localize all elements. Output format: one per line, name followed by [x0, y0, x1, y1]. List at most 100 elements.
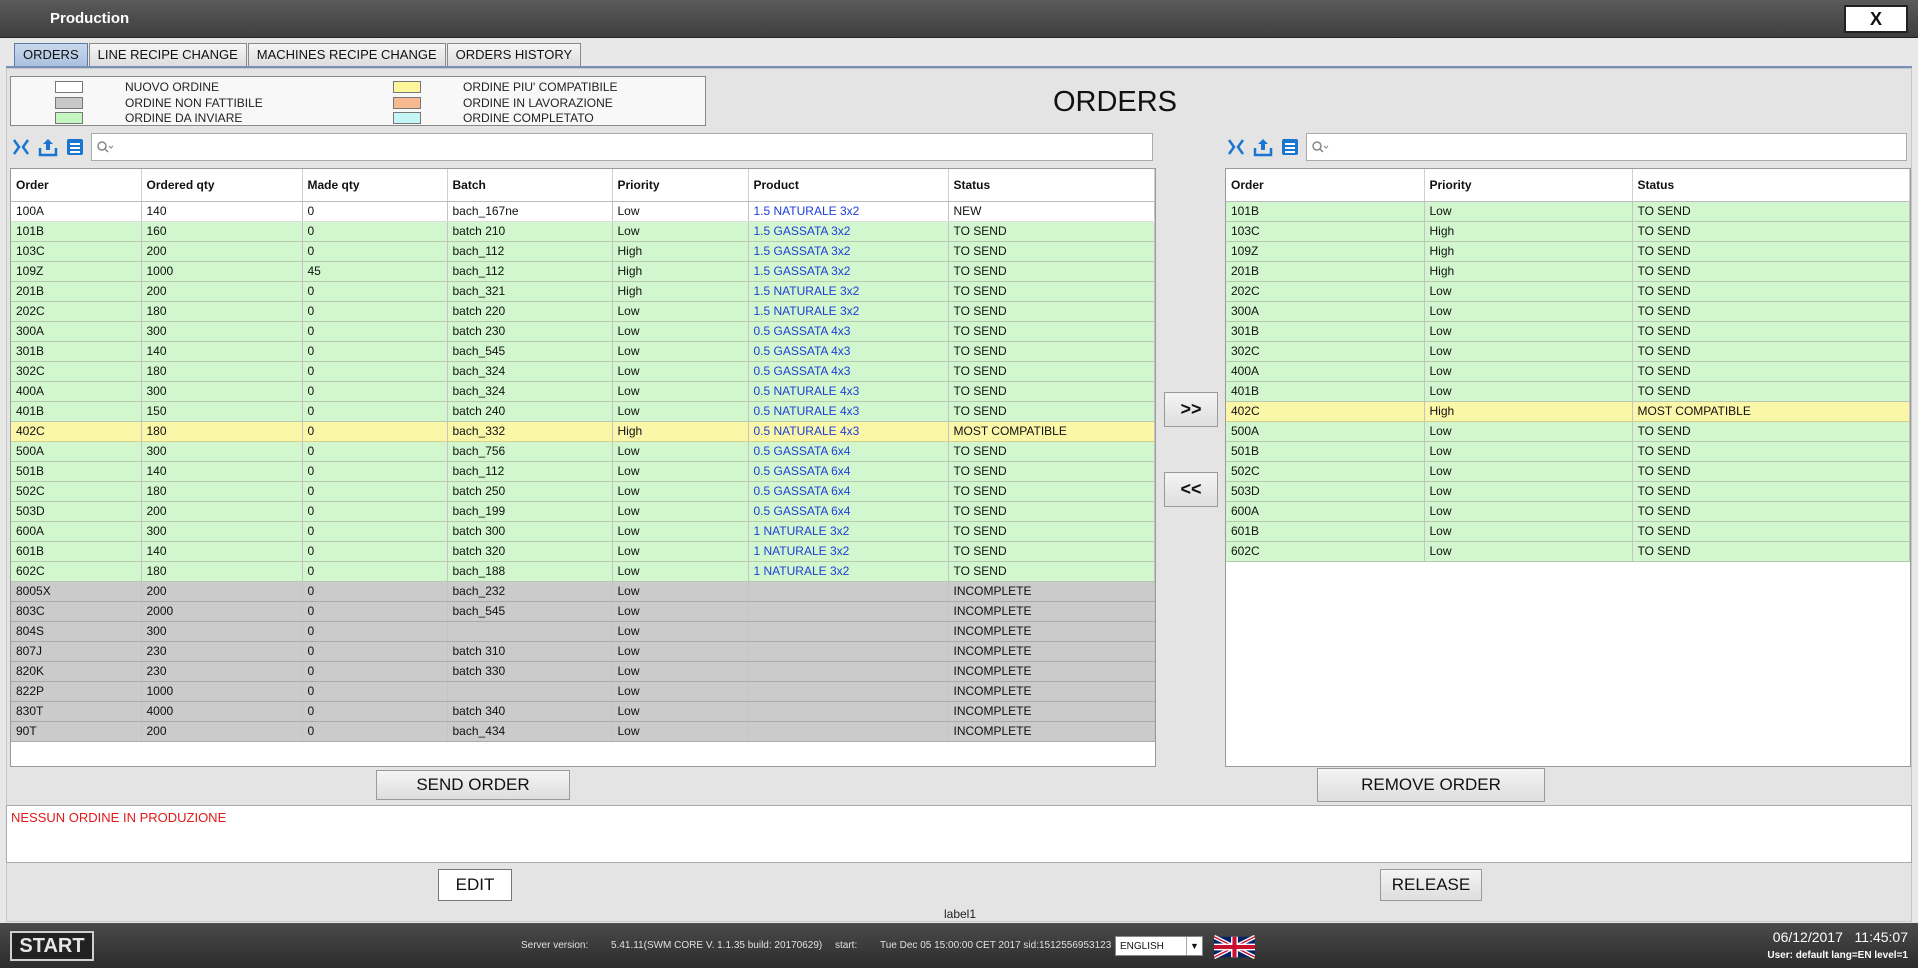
- column-header[interactable]: Status: [1632, 169, 1910, 202]
- table-row[interactable]: 502C Low TO SEND: [1226, 461, 1910, 482]
- table-row[interactable]: 502C 180 0 batch 250 Low 0.5 GASSATA 6x4 TO SE…: [11, 481, 1155, 502]
- table-cell: Low: [612, 541, 749, 562]
- table-cell: Low: [1424, 441, 1633, 462]
- start-button[interactable]: START: [10, 931, 94, 961]
- table-row[interactable]: 301B Low TO SEND: [1226, 321, 1910, 342]
- table-cell: 180: [141, 361, 303, 382]
- collapse-icon[interactable]: [10, 136, 32, 158]
- table-row[interactable]: 803C 2000 0 bach_545 Low INCOMPLETE: [11, 601, 1155, 622]
- remove-order-button[interactable]: REMOVE ORDER: [1317, 768, 1545, 802]
- table-row[interactable]: 202C 180 0 batch 220 Low 1.5 NATURALE 3x2 TO S…: [11, 301, 1155, 322]
- column-header[interactable]: Order: [11, 169, 142, 202]
- table-cell: Low: [1424, 421, 1633, 442]
- table-row[interactable]: 602C 180 0 bach_188 Low 1 NATURALE 3x2 TO SEND: [11, 561, 1155, 582]
- table-cell: 0.5 GASSATA 4x3: [748, 361, 949, 382]
- table-row[interactable]: 402C 180 0 bach_332 High 0.5 NATURALE 4x3 MOST…: [11, 421, 1155, 442]
- table-row[interactable]: 100A 140 0 bach_167ne Low 1.5 NATURALE 3x2 NEW: [11, 201, 1155, 222]
- uk-flag-icon[interactable]: [1213, 934, 1256, 960]
- table-row[interactable]: 807J 230 0 batch 310 Low INCOMPLETE: [11, 641, 1155, 662]
- table-row[interactable]: 201B 200 0 bach_321 High 1.5 NATURALE 3x2 TO S…: [11, 281, 1155, 302]
- table-row[interactable]: 402C High MOST COMPATIBLE: [1226, 401, 1910, 422]
- tab-line-recipe-change[interactable]: LINE RECIPE CHANGE: [88, 43, 247, 66]
- column-header[interactable]: Batch: [447, 169, 613, 202]
- table-cell: 600A: [1226, 501, 1425, 522]
- tab-machines-recipe-change[interactable]: MACHINES RECIPE CHANGE: [247, 43, 446, 66]
- table-row[interactable]: 830T 4000 0 batch 340 Low INCOMPLETE: [11, 701, 1155, 722]
- table-cell: batch 230: [447, 321, 613, 342]
- column-header[interactable]: Priority: [1424, 169, 1633, 202]
- send-order-button[interactable]: SEND ORDER: [376, 770, 570, 800]
- table-cell: bach_332: [447, 421, 613, 442]
- table-cell: INCOMPLETE: [948, 641, 1155, 662]
- table-cell: 200: [141, 281, 303, 302]
- tab-orders[interactable]: ORDERS: [14, 43, 88, 66]
- edit-button[interactable]: EDIT: [438, 869, 512, 901]
- table-row[interactable]: 401B 150 0 batch 240 Low 0.5 NATURALE 4x3 TO S…: [11, 401, 1155, 422]
- table-cell: Low: [612, 701, 749, 722]
- table-cell: 807J: [11, 641, 142, 662]
- start-label: start:: [835, 940, 858, 951]
- table-row[interactable]: 822P 1000 0 Low INCOMPLETE: [11, 681, 1155, 702]
- document-icon[interactable]: [64, 136, 86, 158]
- column-header[interactable]: Order: [1226, 169, 1425, 202]
- table-row[interactable]: 109Z 1000 45 bach_112 High 1.5 GASSATA 3x2 TO …: [11, 261, 1155, 282]
- table-row[interactable]: 820K 230 0 batch 330 Low INCOMPLETE: [11, 661, 1155, 682]
- table-cell: 0: [302, 201, 448, 222]
- release-button[interactable]: RELEASE: [1380, 869, 1482, 901]
- collapse-icon[interactable]: [1225, 136, 1247, 158]
- table-row[interactable]: 401B Low TO SEND: [1226, 381, 1910, 402]
- table-cell: 401B: [11, 401, 142, 422]
- table-row[interactable]: 302C Low TO SEND: [1226, 341, 1910, 362]
- table-row[interactable]: 602C Low TO SEND: [1226, 541, 1910, 562]
- table-row[interactable]: 500A 300 0 bach_756 Low 0.5 GASSATA 6x4 TO SEN…: [11, 441, 1155, 462]
- table-row[interactable]: 400A 300 0 bach_324 Low 0.5 NATURALE 4x3 TO SE…: [11, 381, 1155, 402]
- document-icon[interactable]: [1279, 136, 1301, 158]
- right-search-input[interactable]: [1306, 133, 1907, 161]
- table-row[interactable]: 600A 300 0 batch 300 Low 1 NATURALE 3x2 TO SEN…: [11, 521, 1155, 542]
- column-header[interactable]: Product: [748, 169, 949, 202]
- table-row[interactable]: 8005X 200 0 bach_232 Low INCOMPLETE: [11, 581, 1155, 602]
- table-row[interactable]: 300A 300 0 batch 230 Low 0.5 GASSATA 4x3 TO SE…: [11, 321, 1155, 342]
- legend-label: ORDINE COMPLETATO: [463, 111, 594, 125]
- table-row[interactable]: 501B 140 0 bach_112 Low 0.5 GASSATA 6x4 TO SEN…: [11, 461, 1155, 482]
- table-row[interactable]: 600A Low TO SEND: [1226, 501, 1910, 522]
- selected-orders-table: Order Priority Status 101B Low TO SEND 103C…: [1225, 168, 1911, 767]
- table-row[interactable]: 601B Low TO SEND: [1226, 521, 1910, 542]
- column-header[interactable]: Ordered qty: [141, 169, 303, 202]
- column-header[interactable]: Made qty: [302, 169, 448, 202]
- table-row[interactable]: 503D Low TO SEND: [1226, 481, 1910, 502]
- table-row[interactable]: 90T 200 0 bach_434 Low INCOMPLETE: [11, 721, 1155, 742]
- left-search-input[interactable]: [91, 133, 1153, 161]
- table-cell: 0: [302, 481, 448, 502]
- export-icon[interactable]: [37, 136, 59, 158]
- table-row[interactable]: 601B 140 0 batch 320 Low 1 NATURALE 3x2 TO SEN…: [11, 541, 1155, 562]
- table-row[interactable]: 101B 160 0 batch 210 Low 1.5 GASSATA 3x2 TO SE…: [11, 221, 1155, 242]
- table-row[interactable]: 302C 180 0 bach_324 Low 0.5 GASSATA 4x3 TO SEN…: [11, 361, 1155, 382]
- table-row[interactable]: 501B Low TO SEND: [1226, 441, 1910, 462]
- language-select[interactable]: ENGLISH ▼: [1115, 936, 1203, 956]
- table-row[interactable]: 300A Low TO SEND: [1226, 301, 1910, 322]
- table-row[interactable]: 103C High TO SEND: [1226, 221, 1910, 242]
- table-cell: Low: [612, 501, 749, 522]
- table-row[interactable]: 400A Low TO SEND: [1226, 361, 1910, 382]
- table-row[interactable]: 500A Low TO SEND: [1226, 421, 1910, 442]
- table-row[interactable]: 202C Low TO SEND: [1226, 281, 1910, 302]
- export-icon[interactable]: [1252, 136, 1274, 158]
- table-row[interactable]: 804S 300 0 Low INCOMPLETE: [11, 621, 1155, 642]
- window-title: Production: [50, 10, 130, 27]
- table-row[interactable]: 503D 200 0 bach_199 Low 0.5 GASSATA 6x4 TO SEN…: [11, 501, 1155, 522]
- table-row[interactable]: 301B 140 0 bach_545 Low 0.5 GASSATA 4x3 TO SEN…: [11, 341, 1155, 362]
- legend-swatch: [393, 112, 421, 124]
- move-left-button[interactable]: <<: [1164, 472, 1218, 507]
- move-right-button[interactable]: >>: [1164, 392, 1218, 427]
- table-row[interactable]: 101B Low TO SEND: [1226, 201, 1910, 222]
- table-cell: bach_232: [447, 581, 613, 602]
- tab-orders-history[interactable]: ORDERS HISTORY: [446, 43, 582, 66]
- column-header[interactable]: Status: [948, 169, 1155, 202]
- table-row[interactable]: 109Z High TO SEND: [1226, 241, 1910, 262]
- table-row[interactable]: 201B High TO SEND: [1226, 261, 1910, 282]
- table-cell: TO SEND: [1632, 501, 1910, 522]
- close-button[interactable]: X: [1844, 5, 1908, 33]
- table-row[interactable]: 103C 200 0 bach_112 High 1.5 GASSATA 3x2 TO SE…: [11, 241, 1155, 262]
- column-header[interactable]: Priority: [612, 169, 749, 202]
